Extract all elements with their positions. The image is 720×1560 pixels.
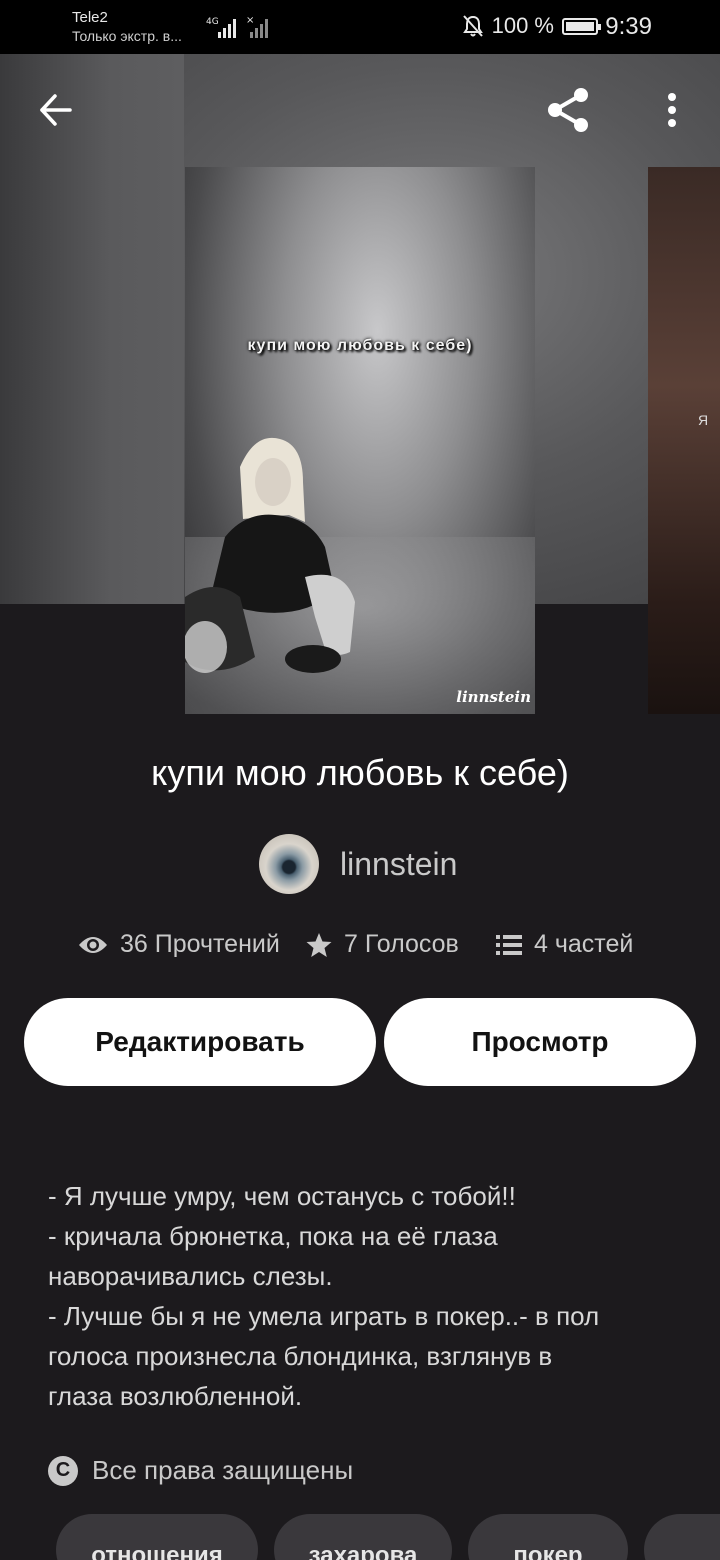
view-button[interactable]: Просмотр [384, 998, 696, 1086]
share-button[interactable] [540, 82, 596, 138]
battery-percent: 100 % [491, 13, 554, 38]
story-details-screen: Tele2 Только экстр. в... 4G × 100 % 9:39 [0, 0, 720, 1560]
reads-stat: 36 Прочтений [78, 930, 280, 959]
copyright-icon: C [48, 1455, 78, 1486]
next-story-cover[interactable]: Я [648, 167, 720, 714]
description-line: - Я лучше умру, чем останусь с тобой!! [48, 1181, 516, 1211]
votes-count: 7 Голосов [344, 930, 459, 958]
network-type: 4G [206, 17, 219, 27]
tag-chip[interactable]: покер [468, 1514, 628, 1560]
tag-chip[interactable]: отношения [56, 1514, 258, 1560]
share-icon [548, 88, 588, 132]
cover-signature: linnstein [456, 688, 531, 706]
story-description: - Я лучше умру, чем останусь с тобой!! -… [48, 1176, 678, 1416]
reads-count: 36 Прочтений [120, 930, 280, 958]
cover-title-text: купи мою любовь к себе) [247, 337, 473, 354]
copyright-text: Все права защищены [92, 1455, 354, 1485]
story-title: купи мою любовь к себе) [151, 752, 569, 793]
author-link[interactable]: linnstein [259, 834, 457, 894]
story-cover[interactable]: купи мою любовь к себе) linnstein [185, 167, 535, 714]
list-icon [496, 934, 522, 955]
author-avatar [259, 834, 319, 894]
more-options-button[interactable] [644, 82, 700, 138]
author-name: linnstein [340, 845, 458, 882]
status-right: 100 % [462, 13, 601, 39]
description-line: голоса произнесла блондинка, взглянув в [48, 1341, 553, 1371]
cover-figure-illustration [185, 437, 535, 714]
edit-button[interactable]: Редактировать [24, 998, 376, 1086]
battery-icon [562, 17, 601, 35]
description-line: наворачивались слезы. [48, 1261, 333, 1291]
bell-off-icon [462, 15, 483, 37]
story-stats: 36 Прочтений 7 Голосов 4 частей [78, 930, 678, 970]
parts-count: 4 частей [534, 930, 634, 958]
carrier-name: Tele2 [72, 9, 108, 26]
signal-icon: 4G × [206, 15, 268, 38]
copyright-notice: C Все права защищены [48, 1455, 353, 1486]
star-icon [306, 932, 332, 957]
tag-list: отношения захарова покер [56, 1514, 720, 1560]
clock: 9:39 [605, 13, 652, 40]
eye-icon [79, 936, 107, 953]
back-button[interactable] [28, 82, 84, 138]
tag-chip-partial[interactable] [644, 1514, 720, 1560]
carrier-info: Tele2 Только экстр. в... [72, 8, 182, 46]
arrow-left-icon [40, 94, 72, 126]
description-line: - Лучше бы я не умела играть в покер..- … [48, 1301, 600, 1331]
votes-stat: 7 Голосов [306, 930, 459, 959]
description-line: - кричала брюнетка, пока на её глаза [48, 1221, 498, 1251]
carrier-sub: Только экстр. в... [72, 28, 182, 44]
tag-chip[interactable]: захарова [274, 1514, 452, 1560]
more-vertical-icon [668, 93, 676, 127]
next-cover-text: Я [698, 412, 713, 428]
status-bar: Tele2 Только экстр. в... 4G × 100 % 9:39 [0, 0, 720, 54]
parts-stat: 4 частей [496, 930, 633, 959]
description-line: глаза возлюбленной. [48, 1381, 303, 1411]
svg-text:×: × [246, 15, 254, 26]
